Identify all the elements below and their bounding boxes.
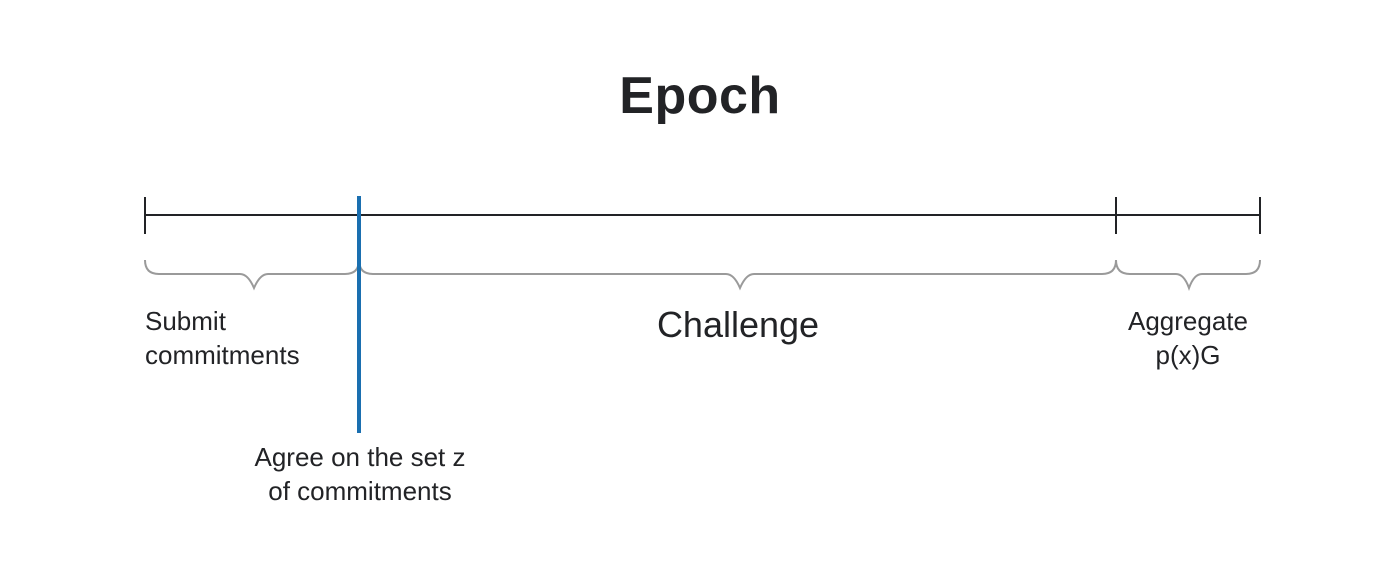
phase-submit-line-2: commitments	[145, 340, 300, 370]
marker-label: Agree on the set z of commitments	[210, 440, 510, 508]
phase-submit-label: Submit commitments	[145, 304, 300, 372]
marker-label-line-1: Agree on the set z	[254, 442, 466, 472]
phase-aggregate-line-2: p(x)G	[1155, 340, 1221, 370]
marker-label-line-2: of commitments	[268, 476, 452, 506]
brace-challenge	[358, 259, 1117, 291]
phase-aggregate-line-1: Aggregate	[1128, 306, 1248, 336]
phase-submit-line-1: Submit	[145, 306, 226, 336]
brace-aggregate	[1115, 259, 1261, 291]
brace-submit	[144, 259, 360, 291]
phase-challenge-label: Challenge	[656, 304, 820, 345]
phase-aggregate-label: Aggregate p(x)G	[1110, 304, 1266, 372]
